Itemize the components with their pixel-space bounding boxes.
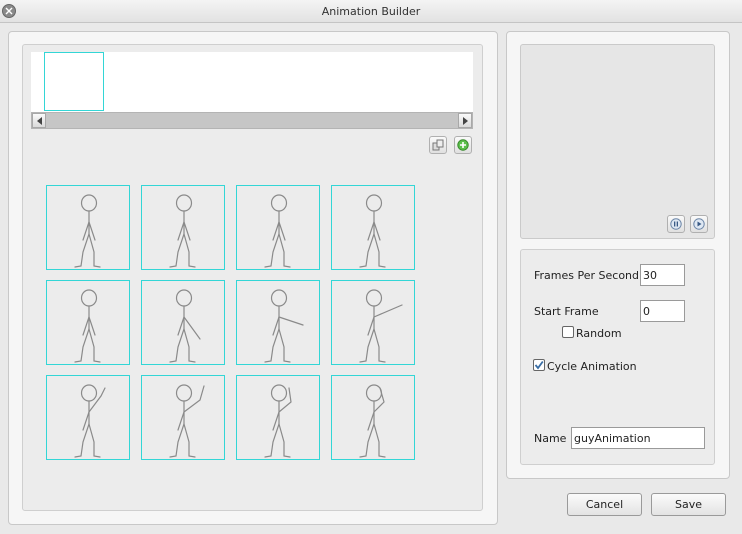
scroll-right-button[interactable] (458, 113, 472, 128)
animation-frame[interactable] (331, 280, 415, 365)
fps-label: Frames Per Second (534, 269, 640, 282)
stick-figure-icon (169, 194, 196, 268)
animation-frame[interactable] (141, 280, 225, 365)
random-label: Random (576, 327, 622, 340)
stick-figure-icon (74, 384, 106, 458)
title-bar: Animation Builder (0, 0, 742, 23)
stick-figure-icon (74, 289, 101, 363)
start-frame-field[interactable] (640, 300, 685, 322)
checkmark-icon (534, 360, 544, 370)
animation-frame[interactable] (331, 375, 415, 460)
stick-figure-icon (74, 194, 101, 268)
play-button[interactable] (690, 215, 708, 233)
animation-frame[interactable] (46, 375, 130, 460)
window-title: Animation Builder (321, 5, 421, 18)
animation-frame[interactable] (141, 185, 225, 270)
animation-preview (520, 44, 715, 239)
timeline-strip (31, 52, 473, 112)
pause-button[interactable] (667, 215, 685, 233)
animation-frame[interactable] (236, 185, 320, 270)
animation-frame[interactable] (236, 375, 320, 460)
cycle-animation-checkbox[interactable] (533, 359, 545, 371)
stick-figure-icon (264, 289, 304, 363)
animation-frame[interactable] (236, 280, 320, 365)
stick-figure-icon (359, 289, 403, 363)
name-label: Name (534, 432, 567, 445)
add-frame-button[interactable] (454, 136, 472, 154)
stick-figure-icon (359, 194, 386, 268)
stick-figure-icon (264, 194, 291, 268)
animation-frame[interactable] (331, 185, 415, 270)
animation-frame[interactable] (46, 280, 130, 365)
animation-frame[interactable] (141, 375, 225, 460)
start-frame-label: Start Frame (534, 305, 599, 318)
stick-figure-icon (169, 384, 205, 458)
timeline-scrollbar[interactable] (31, 112, 473, 129)
add-frame-icon (457, 139, 469, 151)
save-button[interactable]: Save (651, 493, 726, 516)
stick-figure-icon (169, 289, 201, 363)
play-icon (693, 218, 705, 230)
stick-figure-icon (359, 384, 386, 458)
timeline-frame-slot[interactable] (44, 52, 104, 111)
animation-frame[interactable] (46, 185, 130, 270)
scroll-left-button[interactable] (32, 113, 46, 128)
pause-icon (670, 218, 682, 230)
cancel-button[interactable]: Cancel (567, 493, 642, 516)
copy-frame-icon (432, 139, 444, 151)
random-checkbox[interactable] (562, 326, 574, 338)
animation-name-field[interactable] (571, 427, 705, 449)
cycle-animation-label: Cycle Animation (547, 360, 637, 373)
copy-frame-button[interactable] (429, 136, 447, 154)
stick-figure-icon (264, 384, 292, 458)
fps-field[interactable] (640, 264, 685, 286)
